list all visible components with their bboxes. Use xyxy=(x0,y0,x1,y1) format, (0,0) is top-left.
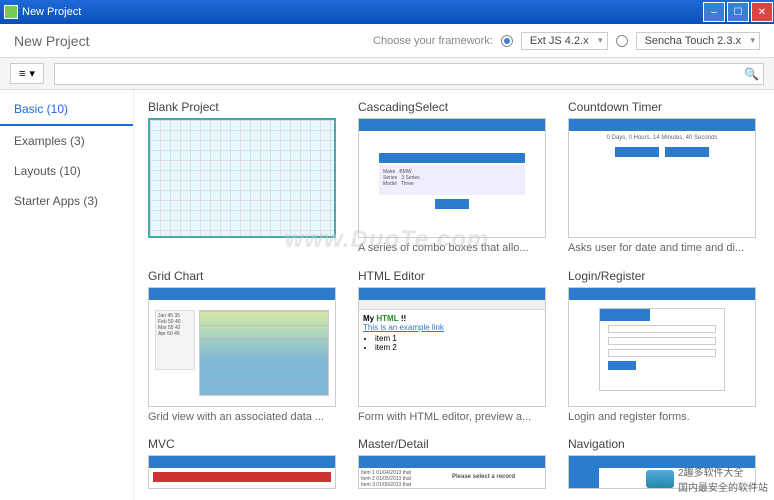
template-grid: Blank Project CascadingSelect Make BMWSe… xyxy=(134,90,774,500)
card-desc: Grid view with an associated data ... xyxy=(148,411,336,423)
card-desc: Asks user for date and time and di... xyxy=(568,242,756,254)
sidebar: Basic (10) Examples (3) Layouts (10) Sta… xyxy=(0,90,134,500)
sidebar-item-starter[interactable]: Starter Apps (3) xyxy=(0,186,133,216)
card-login-register: Login/Register Login and register forms. xyxy=(568,269,756,424)
card-cascading-select: CascadingSelect Make BMWSeries 3 SeriesM… xyxy=(358,100,546,255)
card-desc: Login and register forms. xyxy=(568,411,756,423)
header-bar: New Project Choose your framework: Ext J… xyxy=(0,24,774,58)
card-master-detail: Master/Detail Item 1 01/04/2013 thatItem… xyxy=(358,437,546,490)
card-desc: Form with HTML editor, preview a... xyxy=(358,411,546,423)
sidebar-item-basic[interactable]: Basic (10) xyxy=(0,94,133,126)
card-desc: A series of combo boxes that allo... xyxy=(358,242,546,254)
card-title: Master/Detail xyxy=(358,437,546,451)
card-thumb[interactable]: My HTML !! This is an example link item … xyxy=(358,287,546,407)
card-title: MVC xyxy=(148,437,336,451)
framework-label: Choose your framework: xyxy=(373,35,493,47)
chevron-down-icon: ▾ xyxy=(29,67,35,80)
badge-line2: 国内最安全的软件站 xyxy=(678,479,768,494)
badge-logo-icon xyxy=(646,470,674,488)
dropdown-extjs[interactable]: Ext JS 4.2.x xyxy=(521,32,608,50)
card-thumb[interactable] xyxy=(148,118,336,238)
card-thumb[interactable] xyxy=(568,287,756,407)
card-thumb[interactable]: Make BMWSeries 3 SeriesModel Three xyxy=(358,118,546,238)
card-title: Blank Project xyxy=(148,100,336,114)
view-mode-button[interactable]: ≡ ▾ xyxy=(10,63,44,84)
maximize-button[interactable]: ☐ xyxy=(727,2,749,22)
window-title: New Project xyxy=(22,6,81,18)
card-html-editor: HTML Editor My HTML !! This is an exampl… xyxy=(358,269,546,424)
list-icon: ≡ xyxy=(19,68,25,80)
search-input[interactable] xyxy=(54,63,764,85)
site-badge: 2趣多软件大全 国内最安全的软件站 xyxy=(646,464,768,494)
card-thumb[interactable]: 0 Days, 0 Hours, 14 Minutes, 40 Seconds xyxy=(568,118,756,238)
toolbar: ≡ ▾ 🔍 xyxy=(0,58,774,90)
countdown-text: 0 Days, 0 Hours, 14 Minutes, 40 Seconds xyxy=(569,131,755,141)
card-thumb[interactable]: Item 1 01/04/2013 thatItem 2 01/05/2013 … xyxy=(358,455,546,489)
search-icon[interactable]: 🔍 xyxy=(744,67,759,81)
card-title: Grid Chart xyxy=(148,269,336,283)
card-thumb[interactable]: Jan 45 35Feb 50 40Mar 55 42Apr 60 45 xyxy=(148,287,336,407)
card-blank-project: Blank Project xyxy=(148,100,336,255)
sidebar-item-layouts[interactable]: Layouts (10) xyxy=(0,156,133,186)
window-titlebar: New Project – ☐ ✕ xyxy=(0,0,774,24)
card-title: Login/Register xyxy=(568,269,756,283)
card-title: Navigation xyxy=(568,437,756,451)
sidebar-item-examples[interactable]: Examples (3) xyxy=(0,126,133,156)
card-grid-chart: Grid Chart Jan 45 35Feb 50 40Mar 55 42Ap… xyxy=(148,269,336,424)
app-logo-icon xyxy=(4,5,18,19)
card-thumb[interactable] xyxy=(148,455,336,489)
search-container: 🔍 xyxy=(54,63,764,85)
badge-line1: 2趣多软件大全 xyxy=(678,464,768,479)
card-title: Countdown Timer xyxy=(568,100,756,114)
card-mvc: MVC xyxy=(148,437,336,490)
radio-sencha[interactable] xyxy=(616,35,628,47)
minimize-button[interactable]: – xyxy=(703,2,725,22)
dropdown-sencha[interactable]: Sencha Touch 2.3.x xyxy=(636,32,760,50)
close-button[interactable]: ✕ xyxy=(751,2,773,22)
card-title: HTML Editor xyxy=(358,269,546,283)
card-countdown-timer: Countdown Timer 0 Days, 0 Hours, 14 Minu… xyxy=(568,100,756,255)
page-title: New Project xyxy=(14,33,89,49)
card-title: CascadingSelect xyxy=(358,100,546,114)
radio-extjs[interactable] xyxy=(501,35,513,47)
